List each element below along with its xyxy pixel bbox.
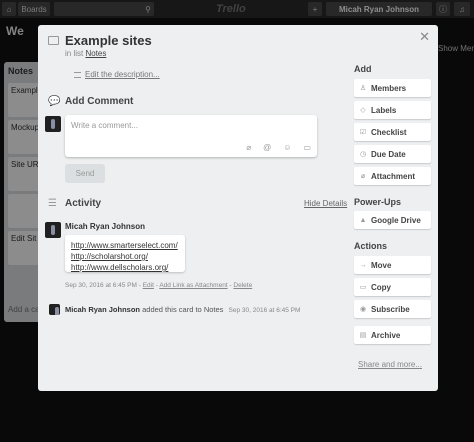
activity-entry: Micah Ryan Johnson added this card to No…: [65, 305, 300, 314]
paperclip-icon: ⌀: [360, 173, 366, 180]
activity-author[interactable]: Micah Ryan Johnson: [65, 305, 140, 314]
archive-button[interactable]: ▤ Archive: [354, 326, 431, 344]
emoji-icon[interactable]: ☺: [283, 143, 291, 152]
add-link-attachment-link[interactable]: Add Link as Attachment: [159, 282, 227, 289]
move-button[interactable]: → Move: [354, 256, 431, 274]
person-icon: ♙: [359, 85, 367, 92]
google-drive-button[interactable]: ▲ Google Drive: [354, 211, 431, 229]
comment-author[interactable]: Micah Ryan Johnson: [65, 222, 145, 231]
eye-icon: ◉: [359, 306, 367, 313]
avatar[interactable]: [49, 304, 60, 315]
card-title[interactable]: Example sites: [65, 33, 152, 48]
edit-description-link[interactable]: Edit the description...: [74, 70, 160, 79]
comment-meta: Sep 30, 2016 at 6:45 PM - Edit - Add Lin…: [65, 282, 253, 289]
share-and-more-link[interactable]: Share and more...: [358, 360, 422, 369]
activity-icon: ☰: [48, 198, 57, 209]
send-button[interactable]: Send: [65, 164, 105, 183]
tag-icon: ◇: [360, 107, 366, 114]
description-icon: [74, 71, 81, 78]
list-link[interactable]: Notes: [85, 49, 106, 58]
comment-input[interactable]: Write a comment... ⌀ @ ☺ ▭: [65, 115, 317, 157]
due-date-button[interactable]: ◷ Due Date: [354, 145, 431, 163]
comment-link[interactable]: http://www.dellscholars.org/: [71, 262, 179, 273]
comment-icon: 💬: [48, 96, 61, 107]
powerups-heading: Power-Ups: [354, 197, 402, 207]
add-comment-heading: Add Comment: [65, 96, 134, 107]
in-list-label: in list Notes: [65, 49, 107, 58]
edit-comment-link[interactable]: Edit: [143, 282, 154, 289]
drive-icon: ▲: [359, 216, 367, 224]
attach-icon[interactable]: ⌀: [246, 143, 251, 152]
delete-comment-link[interactable]: Delete: [233, 282, 252, 289]
card-link-icon[interactable]: ▭: [303, 143, 311, 152]
add-heading: Add: [354, 64, 372, 74]
members-button[interactable]: ♙ Members: [354, 79, 431, 97]
labels-button[interactable]: ◇ Labels: [354, 101, 431, 119]
comment-bubble: http://www.smarterselect.com/ http://sch…: [65, 235, 185, 272]
checklist-button[interactable]: ☑ Checklist: [354, 123, 431, 141]
actions-heading: Actions: [354, 241, 388, 251]
copy-icon: ▭: [359, 284, 367, 291]
activity-text: added this card to Notes: [142, 305, 224, 314]
arrow-right-icon: →: [359, 261, 367, 269]
activity-heading: Activity: [65, 198, 102, 209]
mention-icon[interactable]: @: [263, 143, 271, 152]
activity-date[interactable]: Sep 30, 2016 at 6:45 PM: [229, 307, 301, 314]
hide-details-link[interactable]: Hide Details: [304, 199, 347, 208]
card-detail-window: ✕ Example sites in list Notes Edit the d…: [38, 25, 438, 391]
subscribe-button[interactable]: ◉ Subscribe: [354, 300, 431, 318]
close-icon[interactable]: ✕: [419, 29, 430, 45]
card-icon: [48, 36, 59, 45]
avatar[interactable]: [45, 116, 61, 132]
comment-link[interactable]: http://www.smarterselect.com/: [71, 240, 179, 251]
copy-button[interactable]: ▭ Copy: [354, 278, 431, 296]
comment-link[interactable]: http://scholarshot.org/: [71, 251, 179, 262]
archive-icon: ▤: [359, 332, 367, 339]
comment-placeholder: Write a comment...: [71, 121, 138, 130]
comment-date[interactable]: Sep 30, 2016 at 6:45 PM: [65, 282, 137, 289]
attachment-button[interactable]: ⌀ Attachment: [354, 167, 431, 185]
clock-icon: ◷: [359, 151, 367, 158]
checkbox-icon: ☑: [359, 129, 367, 136]
avatar[interactable]: [45, 222, 61, 238]
